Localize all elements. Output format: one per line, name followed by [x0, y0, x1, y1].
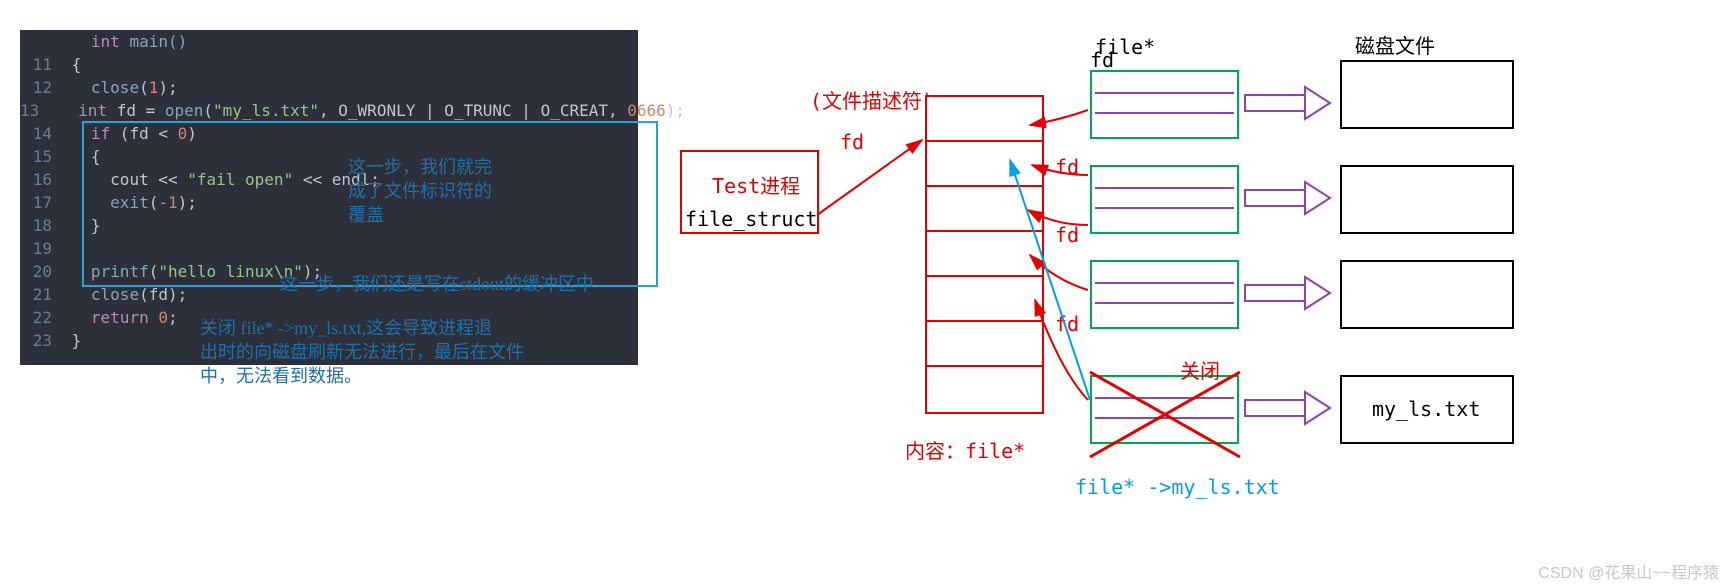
- ln-22: 22: [20, 306, 62, 329]
- fn-close: close: [91, 78, 139, 97]
- ln-16: 16: [20, 168, 62, 191]
- close-x-mark: [1085, 362, 1255, 472]
- disk-file-box-2: [1340, 260, 1514, 329]
- disk-file-box-3: my_ls.txt: [1340, 375, 1514, 444]
- cond-close: ): [187, 124, 197, 143]
- num-1: 1: [149, 78, 159, 97]
- ln-23: 23: [20, 329, 62, 352]
- fd-label-top: fd: [1090, 48, 1114, 72]
- brace3: }: [91, 216, 101, 235]
- fd-cell-4: [925, 275, 1044, 324]
- num-ret: 0: [158, 308, 168, 327]
- str-file: "my_ls.txt": [213, 101, 319, 120]
- brace2: {: [91, 147, 101, 166]
- kw-int2: int: [78, 101, 107, 120]
- annotation-3-l1: 关闭 file* ->my_ls.txt,这会导致进程退: [200, 316, 524, 340]
- kw-return: return: [91, 308, 149, 327]
- kw-int: int: [91, 32, 120, 51]
- fn-printf: printf: [91, 262, 149, 281]
- ln-21: 21: [20, 283, 62, 306]
- fn-main: main(): [120, 32, 187, 51]
- annotation-1-l2: 成了文件标识符的: [348, 179, 492, 203]
- fd-label-3: fd: [1055, 223, 1079, 247]
- fn-open: open: [165, 101, 204, 120]
- annotation-1-l1: 这一步，我们就完: [348, 155, 492, 179]
- fd-cell-2: [925, 185, 1044, 234]
- fd-cell-3: [925, 230, 1044, 279]
- test-process-label: Test进程: [712, 170, 800, 199]
- content-file-star: 内容：file*: [905, 435, 1025, 464]
- file-struct-box-0: [1090, 70, 1239, 139]
- close-arg: (fd);: [139, 285, 187, 304]
- fd-cell-5: [925, 320, 1044, 369]
- fn-close2: close: [91, 285, 139, 304]
- file-struct-label: file_struct: [685, 207, 817, 231]
- kw-if: if: [91, 124, 110, 143]
- assign: fd =: [107, 101, 165, 120]
- file-struct-box-2: [1090, 260, 1239, 329]
- file-struct-box-1: [1090, 165, 1239, 234]
- ln-12: 12: [20, 76, 62, 99]
- disk-file-box-1: [1340, 165, 1514, 234]
- ln-15: 15: [20, 145, 62, 168]
- fd-cell-6: [925, 365, 1044, 414]
- str-fail: "fail open": [187, 170, 293, 189]
- ln-18: 18: [20, 214, 62, 237]
- ln-17: 17: [20, 191, 62, 214]
- cout: cout <<: [110, 170, 187, 189]
- num-neg1: -1: [158, 193, 177, 212]
- num-0: 0: [178, 124, 188, 143]
- ln-13: 13: [20, 99, 49, 122]
- ln-11: 11: [20, 53, 62, 76]
- fd-label-2: fd: [1055, 155, 1079, 179]
- watermark: CSDN @花果山~~程序猿: [1538, 559, 1719, 583]
- annotation-3-l2: 出时的向磁盘刷新无法进行，最后在文件: [200, 340, 524, 364]
- annotation-2: 这一步，我们还是写在stdout的缓冲区中: [280, 272, 594, 296]
- brace4: }: [72, 331, 82, 350]
- fd-cell-0: [925, 95, 1044, 144]
- flags: , O_WRONLY | O_TRUNC | O_CREAT,: [319, 101, 627, 120]
- annotation-1-l3: 覆盖: [348, 203, 492, 227]
- fn-exit: exit: [110, 193, 149, 212]
- file-diagram: file* 磁盘文件 (文件描述符) fd Test进程 file_struct…: [660, 0, 1720, 560]
- fd-desc-label: (文件描述符): [810, 85, 934, 114]
- file-ptr-txt: file* ->my_ls.txt: [1075, 475, 1280, 499]
- code-panel: int main() 11 { 12 close(1); 13 int fd =…: [20, 30, 638, 365]
- ln-20: 20: [20, 260, 62, 283]
- ln-14: 14: [20, 122, 62, 145]
- annotation-1: 这一步，我们就完 成了文件标识符的 覆盖: [348, 155, 492, 227]
- brace: {: [72, 55, 82, 74]
- disk-file-header: 磁盘文件: [1355, 30, 1435, 59]
- my-ls-txt: my_ls.txt: [1372, 397, 1480, 421]
- fd-cell-1: [925, 140, 1044, 189]
- annotation-3: 关闭 file* ->my_ls.txt,这会导致进程退 出时的向磁盘刷新无法进…: [200, 316, 524, 388]
- annotation-3-l3: 中，无法看到数据。: [200, 364, 524, 388]
- disk-file-box-0: [1340, 60, 1514, 129]
- fd-label-1: fd: [840, 130, 864, 154]
- ln-19: 19: [20, 237, 62, 260]
- fd-label-4: fd: [1055, 312, 1079, 336]
- cond: (fd <: [110, 124, 177, 143]
